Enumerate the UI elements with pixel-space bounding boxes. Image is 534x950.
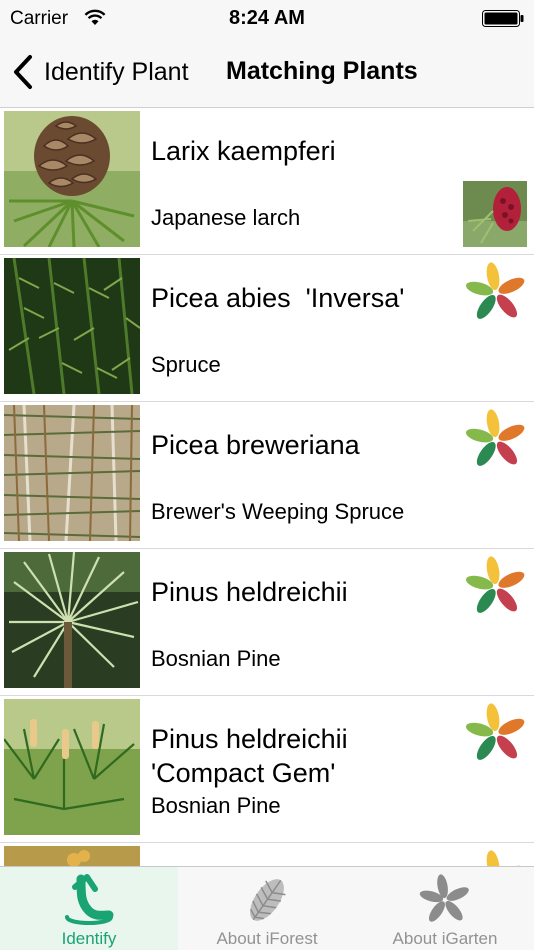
igarten-logo-icon [465, 703, 525, 760]
tab-identify[interactable]: Identify [0, 867, 178, 950]
status-bar: Carrier 8:24 AM [0, 0, 534, 38]
plant-detail-photo [463, 181, 527, 247]
plant-photo [4, 405, 140, 541]
igarten-logo-icon [465, 409, 525, 466]
plant-row-pinus-heldreichii-compact-gem[interactable]: Pinus heldreichii 'Compact Gem' Bosnian … [0, 696, 534, 843]
plant-name: Picea breweriana [151, 430, 360, 460]
plant-row-larix-kaempferi[interactable]: Larix kaempferi Japanese larch [0, 108, 534, 255]
plant-row-partial[interactable] [0, 843, 534, 866]
plant-name: Larix kaempferi [151, 136, 336, 166]
plant-photo [4, 111, 140, 247]
common-name: Bosnian Pine [151, 793, 281, 818]
battery-icon [482, 10, 524, 27]
plant-name: Picea abies 'Inversa' [151, 283, 405, 313]
igarten-logo-icon [486, 850, 525, 866]
pinecone-icon [250, 879, 286, 921]
tab-label: About iForest [216, 929, 318, 948]
common-name: Bosnian Pine [151, 646, 281, 671]
common-name: Spruce [151, 352, 221, 377]
igarten-logo-icon [465, 556, 525, 613]
plant-photo [4, 699, 140, 835]
tab-about-igarten[interactable]: About iGarten [356, 867, 534, 950]
plant-row-picea-abies-inversa[interactable]: Picea abies 'Inversa' Spruce [0, 255, 534, 402]
plant-name: Pinus heldreichii [151, 577, 348, 607]
clock: 8:24 AM [229, 7, 305, 29]
common-name: Brewer's Weeping Spruce [151, 499, 405, 524]
navigation-bar: Identify Plant Matching Plants [0, 38, 534, 108]
chevron-left-icon [14, 55, 32, 89]
common-name: Japanese larch [151, 205, 301, 230]
tab-label: Identify [61, 929, 117, 948]
plant-photo [4, 846, 140, 866]
back-button[interactable]: Identify Plant [10, 52, 189, 92]
tab-label: About iGarten [392, 929, 498, 948]
flower-icon [419, 874, 469, 922]
tab-bar: Identify About iForest About iGarten [0, 866, 534, 950]
igarten-logo-icon [465, 262, 525, 319]
tab-about-iforest[interactable]: About iForest [178, 867, 356, 950]
plant-name: Pinus heldreichii 'Compact Gem' [151, 724, 348, 788]
plant-photo [4, 552, 140, 688]
plant-row-picea-breweriana[interactable]: Picea breweriana Brewer's Weeping Spruce [0, 402, 534, 549]
plant-row-pinus-heldreichii[interactable]: Pinus heldreichii Bosnian Pine [0, 549, 534, 696]
page-title: Matching Plants [226, 57, 418, 85]
identify-icon [65, 874, 114, 925]
back-button-label: Identify Plant [44, 57, 189, 86]
plant-list[interactable]: Larix kaempferi Japanese larch Picea abi… [0, 108, 534, 866]
plant-photo [4, 258, 140, 394]
